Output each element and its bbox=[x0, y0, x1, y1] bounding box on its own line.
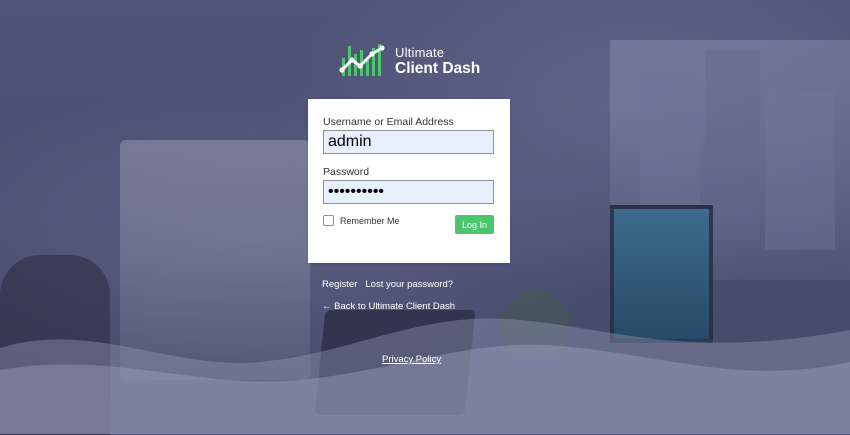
password-input[interactable] bbox=[323, 180, 494, 204]
brand-name-line1: Ultimate bbox=[395, 45, 445, 60]
username-input[interactable] bbox=[323, 130, 494, 154]
chart-line-icon bbox=[339, 44, 385, 76]
username-label: Username or Email Address bbox=[323, 116, 454, 128]
brand-logo[interactable]: Ultimate Client Dash bbox=[338, 40, 488, 82]
login-nav-links: Register Lost your password? bbox=[322, 279, 453, 290]
background-building bbox=[765, 90, 835, 250]
remember-me-checkbox[interactable] bbox=[323, 215, 334, 226]
back-to-site-link[interactable]: ← Back to Ultimate Client Dash bbox=[322, 301, 455, 312]
brand-name-line2: Client Dash bbox=[395, 60, 481, 77]
remember-me-label: Remember Me bbox=[340, 215, 400, 226]
privacy-policy-link[interactable]: Privacy Policy bbox=[382, 354, 441, 365]
background-building bbox=[705, 50, 760, 240]
remember-me[interactable]: Remember Me bbox=[323, 215, 400, 226]
password-label: Password bbox=[323, 166, 370, 178]
login-form: Username or Email Address Password Remem… bbox=[308, 99, 510, 263]
brand-name: Ultimate Client Dash bbox=[395, 46, 480, 77]
register-link[interactable]: Register bbox=[322, 279, 357, 290]
lost-password-link[interactable]: Lost your password? bbox=[365, 279, 453, 290]
login-button[interactable]: Log In bbox=[455, 215, 494, 234]
background-wave bbox=[0, 318, 850, 434]
